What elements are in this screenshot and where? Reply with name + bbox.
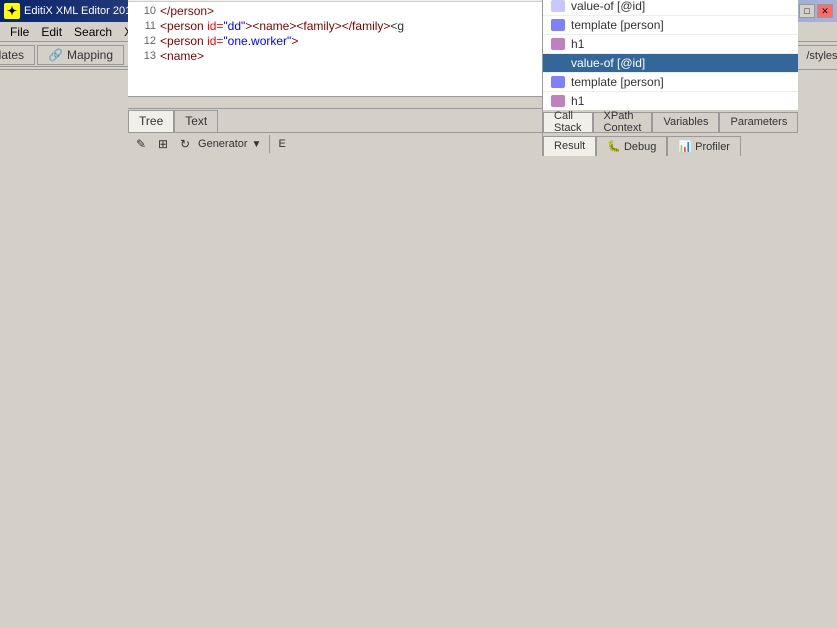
mapping-tab-icon: 🔗 xyxy=(48,48,63,62)
tab-templates[interactable]: 📄 Templates xyxy=(0,45,35,65)
xslt-tab-call-stack[interactable]: Call Stack xyxy=(543,112,593,132)
xslt-tab-xpath-context[interactable]: XPath Context xyxy=(593,112,653,132)
xml-line-number: 10 xyxy=(132,5,156,17)
status-bar: /stylesheet/template[1] 11:9 Num xyxy=(798,45,837,67)
xml-line-number: 11 xyxy=(132,20,156,32)
result-tab-bar: Result🐛 Debug📊 Profiler xyxy=(543,132,798,156)
xml-foot-extra: E xyxy=(278,138,285,150)
text-view-tab[interactable]: Text xyxy=(174,110,218,132)
result-tab-debug[interactable]: 🐛 Debug xyxy=(596,136,667,156)
menu-item-search[interactable]: Search xyxy=(68,23,118,41)
result-tab-result[interactable]: Result xyxy=(543,136,596,156)
tree-tab-label: Tree xyxy=(139,114,163,128)
close-button[interactable]: ✕ xyxy=(817,4,833,18)
node-label: h1 xyxy=(571,94,584,108)
tab-mapping[interactable]: 🔗 Mapping xyxy=(37,45,124,65)
tree-view-tab[interactable]: Tree xyxy=(128,110,174,132)
xml-code-line: 12 <person id="one.worker"> xyxy=(130,34,540,49)
xml-code-line: 13 <name> xyxy=(130,49,540,64)
toolbar: 📄 📂 💾 💾 ↩ ↪ ✂ 📋 📌 🖨 ⇥ ⇤ personal.xsl × ◀… xyxy=(0,42,837,70)
xml-foot-grid-icon[interactable]: ⊞ xyxy=(154,135,172,153)
node-label: value-of [@id] xyxy=(571,0,645,13)
node-label: template [person] xyxy=(571,18,664,32)
text-tab-label: Text xyxy=(185,114,207,128)
app-icon: ✦ xyxy=(4,3,20,19)
node-label: template [person] xyxy=(571,75,664,89)
panel-tab-bar: 👤 Main* 📄 Templates 🔗 Mapping xyxy=(0,45,128,67)
xml-data-panel: XML Data source ✎ ✏ ↻ ✕ Path : ▼ … 10 </… xyxy=(128,0,543,156)
node-list-item[interactable]: value-of [@id] xyxy=(543,0,798,16)
xslt-nodes-area[interactable]: Nodes value-of [@id] template [person] h… xyxy=(543,0,798,110)
comment-icon[interactable]: personal.xsl × ◀ ▶ ▼ Document Type : [XS… xyxy=(310,45,332,67)
xml-code-area[interactable]: 10 </person> 11 <person id="dd"><name><f… xyxy=(128,2,542,96)
node-color-indicator xyxy=(551,57,565,69)
node-list-item[interactable]: value-of [@id] xyxy=(543,54,798,73)
node-list-item[interactable]: h1 xyxy=(543,92,798,110)
xml-line-content[interactable]: <person id="one.worker"> xyxy=(160,34,538,48)
view-tabs: Tree Text xyxy=(128,108,542,132)
mapping-tab-label: Mapping xyxy=(67,48,113,62)
node-color-indicator xyxy=(551,19,565,31)
node-label: h1 xyxy=(571,37,584,51)
node-color-indicator xyxy=(551,38,565,50)
xml-foot-pencil-icon[interactable]: ✎ xyxy=(132,135,150,153)
templates-tab-label: Templates xyxy=(0,48,24,62)
node-color-indicator xyxy=(551,95,565,107)
xslt-result-panel: XSLT Result Preview ✎ ✕ Nodes value-of [… xyxy=(543,0,798,156)
node-color-indicator xyxy=(551,76,565,88)
xslt-tab-parameters[interactable]: Parameters xyxy=(719,112,798,132)
xslt-tab-bar: Call StackXPath ContextVariablesParamete… xyxy=(543,110,798,132)
node-label: value-of [@id] xyxy=(571,56,645,70)
bottom-section: XML Data source ✎ ✏ ↻ ✕ Path : ▼ … 10 </… xyxy=(128,0,798,156)
xml-foot-sep xyxy=(269,135,270,153)
xml-scrollbar[interactable] xyxy=(128,96,542,108)
xml-foot-generator-arrow-icon[interactable]: ▼ xyxy=(252,139,262,150)
menu-item-file[interactable]: File xyxy=(4,23,35,41)
xml-line-number: 13 xyxy=(132,50,156,62)
xml-line-number: 12 xyxy=(132,35,156,47)
node-list-item[interactable]: template [person] xyxy=(543,16,798,35)
node-list-item[interactable]: template [person] xyxy=(543,73,798,92)
xml-line-content[interactable]: </person> xyxy=(160,4,538,18)
result-tab-profiler[interactable]: 📊 Profiler xyxy=(667,136,741,156)
xslt-tab-variables[interactable]: Variables xyxy=(652,112,719,132)
maximize-button[interactable]: □ xyxy=(799,4,815,18)
node-list-item[interactable]: h1 xyxy=(543,35,798,54)
xml-code-line: 10 </person> xyxy=(130,4,540,19)
menu-item-edit[interactable]: Edit xyxy=(35,23,68,41)
xml-data-footer: ✎ ⊞ ↻ Generator ▼ E xyxy=(128,132,542,156)
xml-line-content[interactable]: <name> xyxy=(160,49,538,63)
xml-code-line: 11 <person id="dd"><name><family></famil… xyxy=(130,19,540,34)
xml-foot-reload-icon[interactable]: ↻ xyxy=(176,135,194,153)
status-path: /stylesheet/template[1] xyxy=(806,50,837,62)
xml-line-content[interactable]: <person id="dd"><name><family></family><… xyxy=(160,19,538,33)
xml-foot-generator-label[interactable]: Generator xyxy=(198,138,248,150)
node-color-indicator xyxy=(551,0,565,12)
